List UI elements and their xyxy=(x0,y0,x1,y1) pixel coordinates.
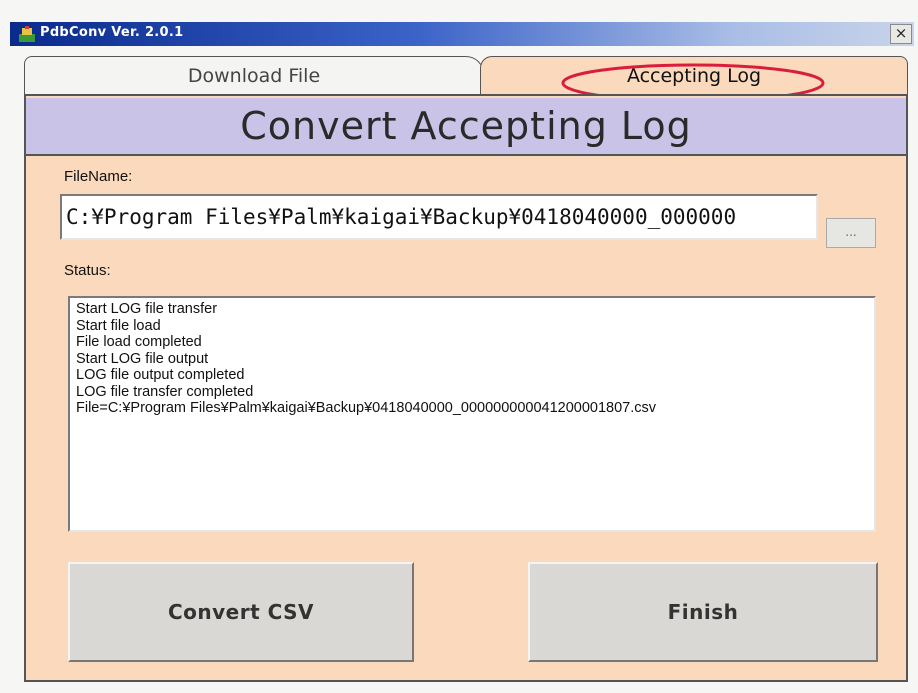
tab-bar: Download File Accepting Log xyxy=(18,56,908,94)
finish-button[interactable]: Finish xyxy=(528,562,878,662)
close-button[interactable]: × xyxy=(890,24,912,44)
browse-button[interactable]: ... xyxy=(826,218,876,248)
accepting-log-panel: Convert Accepting Log FileName: C:¥Progr… xyxy=(24,94,908,682)
status-label: Status: xyxy=(64,262,111,279)
tab-label: Download File xyxy=(187,65,321,87)
tab-download-file[interactable]: Download File xyxy=(24,56,484,94)
status-log[interactable]: Start LOG file transfer Start file load … xyxy=(68,296,876,532)
status-line: Start file load xyxy=(76,317,161,334)
close-icon: × xyxy=(894,24,908,42)
tab-label: Accepting Log xyxy=(626,65,762,87)
app-icon xyxy=(19,26,35,42)
filename-label: FileName: xyxy=(64,168,133,185)
status-line: File load completed xyxy=(76,334,202,350)
status-line: Start LOG file transfer xyxy=(76,301,218,317)
filename-field[interactable]: C:¥Program Files¥Palm¥kaigai¥Backup¥0418… xyxy=(60,194,818,240)
status-line: File=C:¥Program Files¥Palm¥kaigai¥Backup… xyxy=(76,400,657,416)
status-line: LOG file transfer completed xyxy=(76,383,254,400)
tab-accepting-log[interactable]: Accepting Log xyxy=(480,56,908,94)
app-window: PdbConv Ver. 2.0.1 × Download File Accep… xyxy=(0,0,918,693)
status-line: LOG file output completed xyxy=(76,367,245,383)
status-line: Start LOG file output xyxy=(76,350,209,367)
panel-header: Convert Accepting Log xyxy=(26,98,906,156)
window-title: PdbConv Ver. 2.0.1 xyxy=(40,25,184,40)
title-bar[interactable]: PdbConv Ver. 2.0.1 × xyxy=(10,22,914,46)
convert-csv-button[interactable]: Convert CSV xyxy=(68,562,414,662)
